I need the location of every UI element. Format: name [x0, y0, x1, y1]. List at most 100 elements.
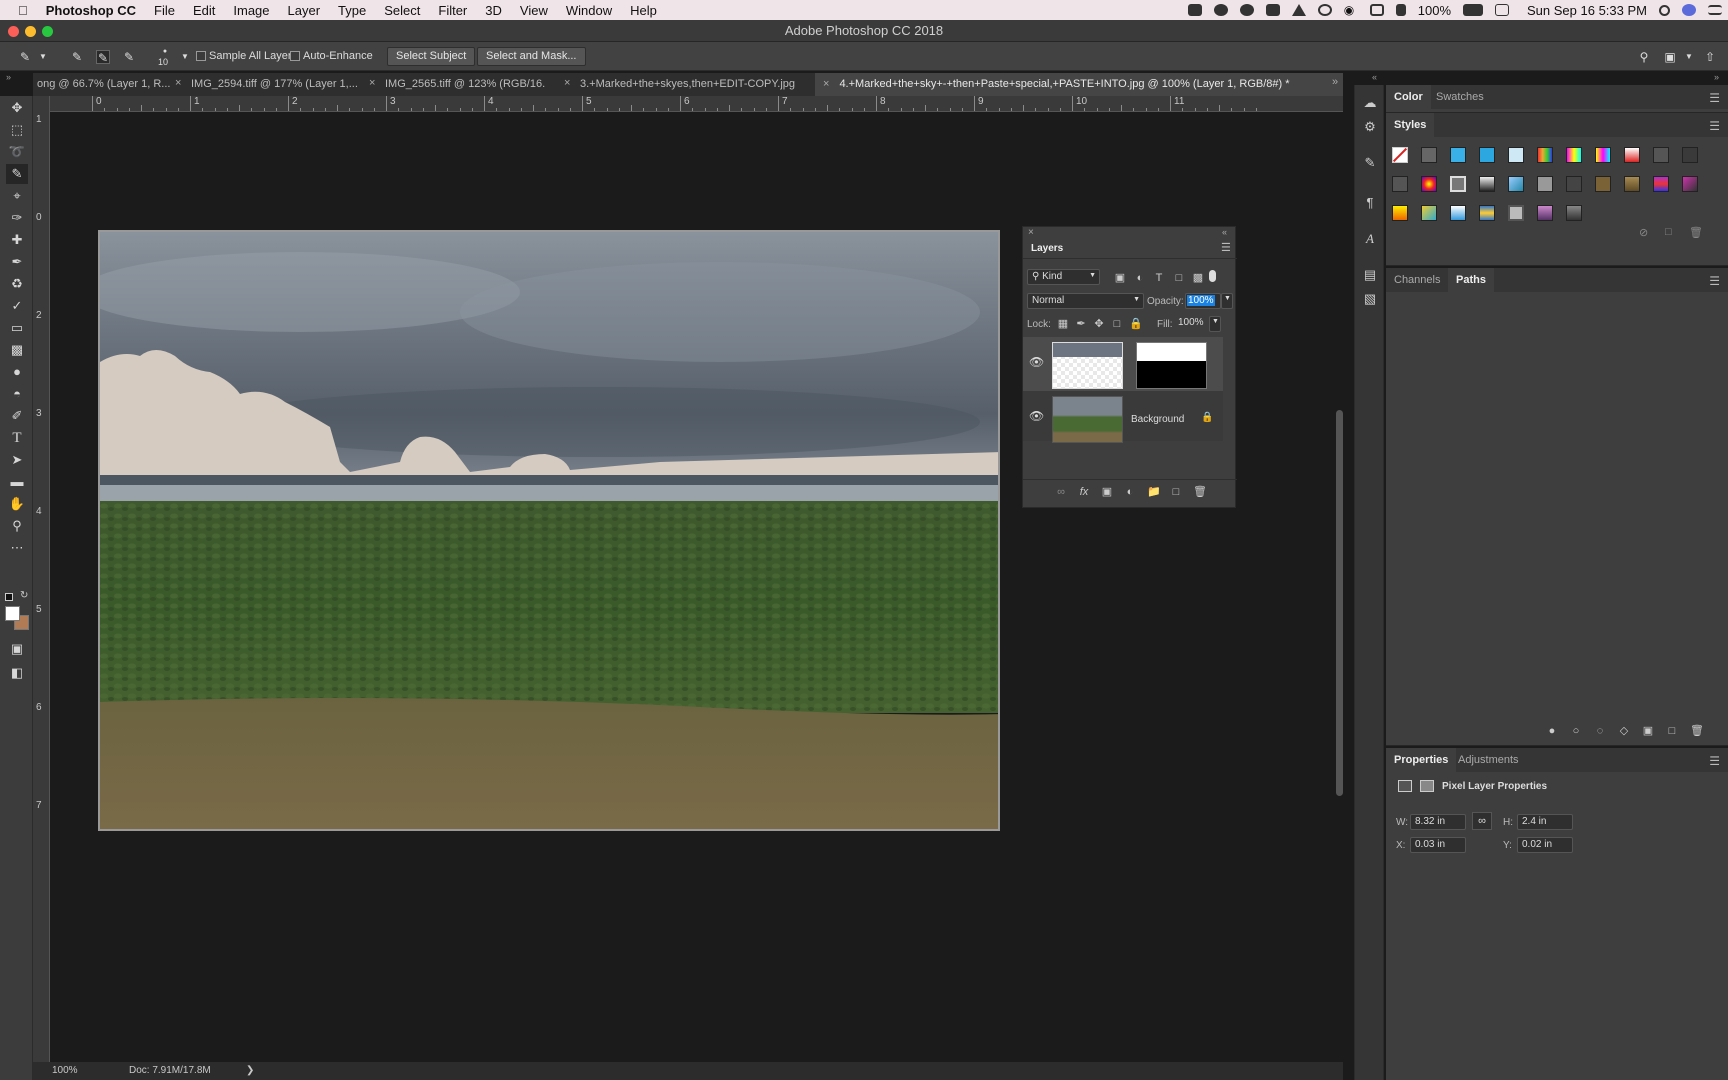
quick-selection-tool-icon[interactable]: ✎ — [6, 164, 28, 184]
delete-style-icon[interactable]: 🗑 — [1689, 226, 1703, 239]
style-swatch[interactable] — [1421, 176, 1437, 192]
style-swatch[interactable] — [1682, 147, 1698, 163]
notification-center-icon[interactable] — [1708, 5, 1722, 15]
fill-field[interactable]: 100% — [1174, 316, 1210, 332]
link-dimensions-icon[interactable]: ∞ — [1472, 812, 1492, 830]
swap-colors-icon[interactable]: ↻ — [20, 590, 28, 601]
vertical-scrollbar[interactable] — [1336, 410, 1343, 796]
panel-menu-icon[interactable]: ☰ — [1709, 754, 1720, 768]
auto-enhance-checkbox[interactable] — [290, 51, 300, 61]
tab-close-icon[interactable]: × — [564, 77, 570, 89]
lasso-tool-icon[interactable]: ➰ — [6, 142, 28, 162]
battery-percent[interactable]: 100% — [1418, 3, 1451, 18]
wifi-icon[interactable]: ◉ — [1344, 4, 1358, 16]
edit-toolbar-icon[interactable]: ⋯ — [6, 538, 28, 558]
lock-image-icon[interactable]: ✒ — [1075, 318, 1087, 330]
style-swatch[interactable] — [1653, 176, 1669, 192]
menu-type[interactable]: Type — [329, 3, 375, 18]
style-swatch[interactable] — [1682, 176, 1698, 192]
style-swatch[interactable] — [1624, 176, 1640, 192]
style-swatch[interactable] — [1653, 147, 1669, 163]
tab-paths[interactable]: Paths — [1448, 268, 1494, 292]
menu-image[interactable]: Image — [224, 3, 278, 18]
tab-document-5[interactable]: × 4.+Marked+the+sky+-+then+Paste+special,… — [815, 73, 1343, 96]
zoom-tool-icon[interactable]: ⚲ — [6, 516, 28, 536]
libraries-icon[interactable]: ☁ — [1362, 95, 1378, 111]
filter-toggle-icon[interactable] — [1209, 270, 1216, 282]
layer-row[interactable]: 👁 — [1023, 337, 1223, 391]
new-selection-brush-icon[interactable]: ✎ — [70, 50, 84, 64]
type-tool-icon[interactable]: T — [6, 428, 28, 448]
style-swatch[interactable] — [1537, 147, 1553, 163]
foreground-color-swatch[interactable] — [5, 606, 20, 621]
panel-menu-icon[interactable]: ☰ — [1709, 91, 1720, 105]
filter-type-icon[interactable]: T — [1153, 272, 1165, 284]
y-field[interactable]: 0.02 in — [1517, 837, 1573, 853]
quick-mask-icon[interactable]: ▣ — [6, 639, 28, 659]
style-swatch[interactable] — [1392, 205, 1408, 221]
collapse-panel-icon[interactable]: « — [1222, 227, 1227, 237]
style-swatch[interactable] — [1421, 205, 1437, 221]
collapse-dock-icon[interactable]: « — [1372, 72, 1377, 82]
menu-filter[interactable]: Filter — [429, 3, 476, 18]
new-layer-icon[interactable]: □ — [1170, 486, 1182, 498]
select-and-mask-button[interactable]: Select and Mask... — [477, 47, 586, 66]
mail-icon[interactable] — [1265, 4, 1280, 16]
style-swatch[interactable] — [1595, 147, 1611, 163]
brush-settings-icon[interactable]: ✎ — [1362, 155, 1378, 171]
filter-smart-object-icon[interactable]: ▩ — [1192, 272, 1204, 284]
menu-view[interactable]: View — [511, 3, 557, 18]
style-swatch[interactable] — [1508, 147, 1524, 163]
x-field[interactable]: 0.03 in — [1410, 837, 1466, 853]
tabs-overflow-icon[interactable]: » — [1332, 76, 1338, 88]
load-as-selection-icon[interactable]: ◌ — [1594, 725, 1606, 737]
trash-icon[interactable]: 🗑 — [1193, 486, 1207, 498]
spotlight-icon[interactable] — [1659, 4, 1670, 16]
app-menu[interactable]: Photoshop CC — [37, 3, 145, 18]
airplay-icon[interactable] — [1369, 4, 1384, 16]
style-swatch[interactable] — [1508, 205, 1524, 221]
style-swatch[interactable] — [1421, 147, 1437, 163]
info-icon[interactable] — [1239, 4, 1254, 16]
style-swatch[interactable] — [1537, 176, 1553, 192]
screen-mode-icon[interactable]: ◧ — [6, 663, 28, 683]
pen-tool-icon[interactable]: ✐ — [6, 406, 28, 426]
style-swatch[interactable] — [1450, 147, 1466, 163]
make-work-path-icon[interactable]: ◇ — [1618, 725, 1630, 737]
add-to-selection-brush-icon[interactable]: ✎ — [96, 50, 110, 65]
height-field[interactable]: 2.4 in — [1517, 814, 1573, 830]
warning-icon[interactable] — [1291, 4, 1306, 16]
menu-select[interactable]: Select — [375, 3, 429, 18]
style-swatch-none[interactable] — [1392, 147, 1408, 163]
subtract-from-selection-brush-icon[interactable]: ✎ — [122, 50, 136, 64]
workspace-chevron-icon[interactable]: ▼ — [1682, 50, 1696, 64]
search-icon[interactable]: ⚲ — [1637, 50, 1651, 64]
filter-kind-dropdown[interactable]: ⚲ Kind ▼ — [1027, 269, 1100, 285]
eye-icon[interactable]: 👁 — [1029, 409, 1044, 423]
menu-edit[interactable]: Edit — [184, 3, 224, 18]
battery-icon[interactable] — [1463, 4, 1484, 16]
style-swatch[interactable] — [1508, 176, 1524, 192]
sample-all-layers-checkbox[interactable] — [196, 51, 206, 61]
tab-swatches[interactable]: Swatches — [1428, 85, 1492, 109]
mask-icon[interactable] — [1420, 780, 1434, 792]
style-swatch[interactable] — [1537, 205, 1553, 221]
dropbox-icon[interactable] — [1187, 4, 1202, 16]
lock-artboard-icon[interactable]: □ — [1111, 318, 1123, 330]
lock-transparent-icon[interactable]: ▦ — [1057, 318, 1069, 330]
rectangle-tool-icon[interactable]: ▬ — [6, 472, 28, 492]
navigator-icon[interactable]: ▤ — [1362, 267, 1378, 283]
tab-close-icon[interactable]: × — [823, 78, 829, 90]
select-subject-button[interactable]: Select Subject — [387, 47, 476, 66]
notes-icon[interactable]: ▧ — [1362, 291, 1378, 307]
style-swatch[interactable] — [1450, 205, 1466, 221]
creative-cloud-icon[interactable] — [1213, 4, 1228, 16]
character-icon[interactable]: A — [1362, 231, 1378, 247]
paragraph-icon[interactable]: ¶ — [1362, 195, 1378, 211]
lock-all-icon[interactable]: 🔒 — [1129, 318, 1143, 330]
tab-document-3[interactable]: IMG_2565.tiff @ 123% (RGB/16... — [385, 73, 545, 96]
layers-panel-title[interactable]: Layers — [1031, 243, 1063, 254]
blur-tool-icon[interactable]: ● — [6, 362, 28, 382]
marquee-tool-icon[interactable]: ⬚ — [6, 120, 28, 140]
siri-icon[interactable] — [1682, 4, 1696, 16]
